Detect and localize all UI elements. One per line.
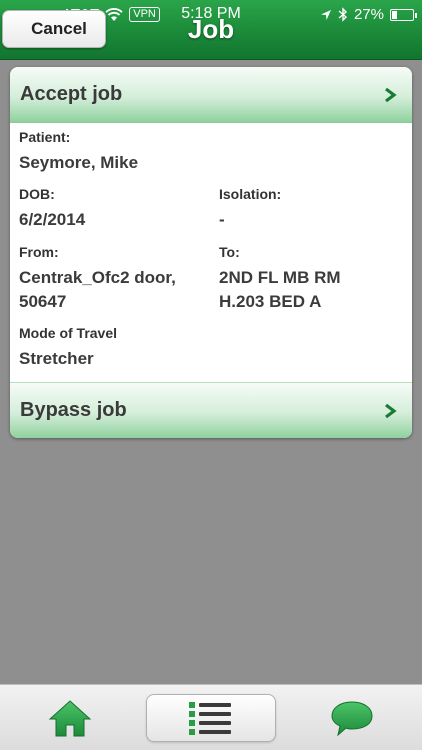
mode-of-travel-field: Mode of Travel Stretcher bbox=[19, 325, 117, 371]
dob-field: DOB: 6/2/2014 bbox=[19, 186, 85, 232]
chat-bubble-icon bbox=[331, 701, 373, 737]
page-title: Job bbox=[187, 14, 235, 44]
nav-header: AT&T VPN 5:18 PM 27% Cancel Job bbox=[0, 0, 422, 60]
dob-value: 6/2/2014 bbox=[19, 210, 86, 229]
patient-label: Patient: bbox=[19, 129, 71, 145]
to-value: 2ND FL MB RM H.203 BED A bbox=[219, 266, 341, 314]
job-details: Patient: Seymore, Mike DOB: 6/2/2014 Iso… bbox=[10, 123, 412, 382]
from-label: From: bbox=[19, 244, 59, 260]
to-line-1: 2ND FL MB RM bbox=[219, 268, 341, 287]
tab-bar bbox=[0, 684, 422, 750]
isolation-label: Isolation: bbox=[219, 186, 282, 202]
isolation-field: Isolation: - bbox=[219, 186, 281, 232]
mode-of-travel-value: Stretcher bbox=[19, 349, 94, 368]
chevron-right-icon bbox=[385, 403, 397, 418]
isolation-value: - bbox=[219, 210, 225, 229]
tab-home[interactable] bbox=[30, 685, 110, 750]
from-field: From: Centrak_Ofc2 door, 50647 bbox=[19, 244, 176, 314]
home-icon bbox=[48, 700, 92, 737]
to-label: To: bbox=[219, 244, 240, 260]
mode-of-travel-label: Mode of Travel bbox=[19, 325, 118, 341]
list-icon bbox=[189, 702, 231, 735]
bypass-job-button[interactable]: Bypass job bbox=[10, 382, 412, 438]
from-line-1: Centrak_Ofc2 door, bbox=[19, 268, 176, 287]
to-field: To: 2ND FL MB RM H.203 BED A bbox=[219, 244, 341, 314]
from-line-2: 50647 bbox=[19, 292, 67, 311]
patient-field: Patient: Seymore, Mike bbox=[19, 129, 138, 175]
patient-value: Seymore, Mike bbox=[19, 153, 139, 172]
to-line-2: H.203 BED A bbox=[219, 292, 322, 311]
bypass-job-label: Bypass job bbox=[20, 399, 127, 421]
dob-label: DOB: bbox=[19, 186, 55, 202]
tab-job-list[interactable] bbox=[146, 685, 276, 750]
job-card: Accept job Patient: Seymore, Mike DOB: 6… bbox=[10, 67, 412, 438]
accept-job-label: Accept job bbox=[20, 83, 123, 105]
from-value: Centrak_Ofc2 door, 50647 bbox=[19, 266, 176, 314]
tab-job-list-selected bbox=[146, 694, 276, 742]
chevron-right-icon bbox=[385, 87, 397, 102]
accept-job-button[interactable]: Accept job bbox=[10, 67, 412, 123]
tab-messages[interactable] bbox=[312, 685, 392, 750]
